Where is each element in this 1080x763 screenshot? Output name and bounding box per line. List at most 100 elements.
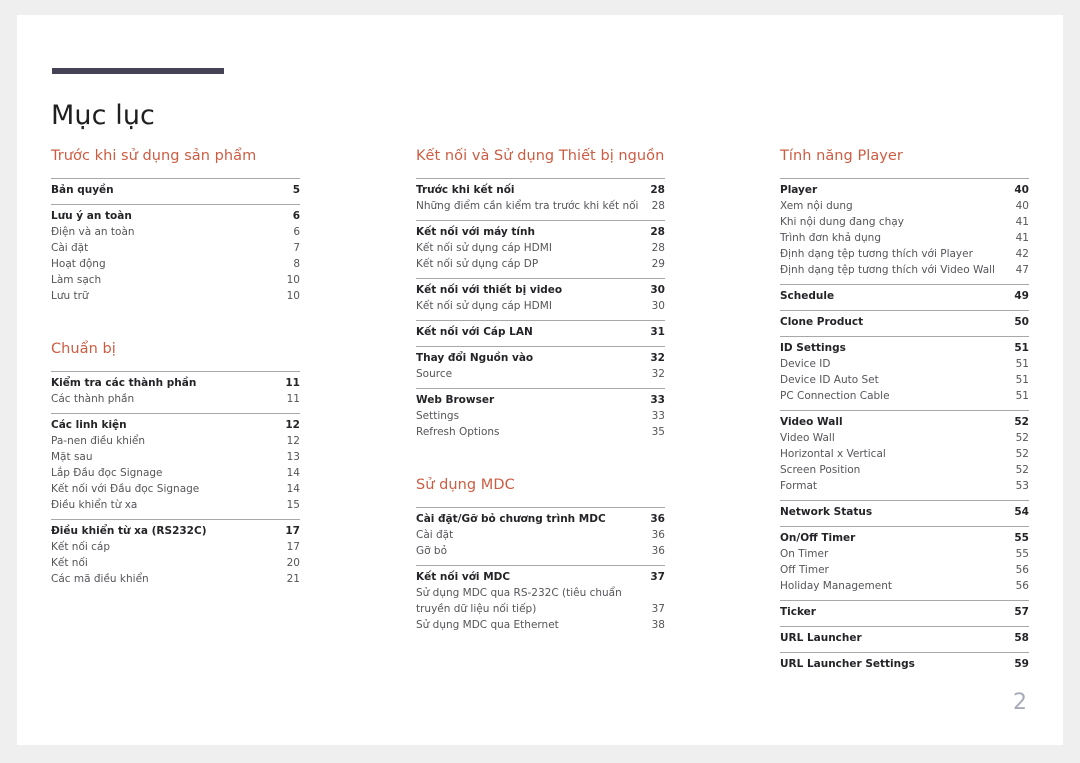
toc-entry[interactable]: URL Launcher Settings 59 — [780, 656, 1029, 672]
toc-entry-label: Bản quyền — [51, 183, 114, 196]
toc-entry[interactable]: Các mã điều khiển 21 — [51, 571, 300, 587]
toc-entry[interactable]: Các thành phần 11 — [51, 391, 300, 407]
toc-entry-label: Screen Position — [780, 463, 861, 476]
toc-entry[interactable]: Cài đặt/Gỡ bỏ chương trình MDC 36 — [416, 511, 665, 527]
toc-entry[interactable]: Web Browser 33 — [416, 392, 665, 408]
toc-entry[interactable]: ID Settings 51 — [780, 340, 1029, 356]
toc-entry-label: Điện và an toàn — [51, 225, 135, 238]
toc-entry[interactable]: Gỡ bỏ 36 — [416, 543, 665, 559]
toc-entry[interactable]: Điện và an toàn 6 — [51, 224, 300, 240]
toc-entry[interactable]: Kết nối với máy tính 28 — [416, 224, 665, 240]
toc-entry-page: 53 — [1015, 479, 1029, 492]
toc-entry-label: Sử dụng MDC qua Ethernet — [416, 618, 559, 631]
toc-entry[interactable]: Holiday Management 56 — [780, 578, 1029, 594]
toc-entry[interactable]: Khi nội dung đang chạy 41 — [780, 214, 1029, 230]
toc-entry[interactable]: Off Timer 56 — [780, 562, 1029, 578]
toc-entry[interactable]: Kết nối với MDC 37 — [416, 569, 665, 585]
toc-group: Video Wall 52 Video Wall 52 Horizontal x Ver… — [780, 409, 1029, 500]
toc-entry[interactable]: Kiểm tra các thành phần 11 — [51, 375, 300, 391]
toc-entry[interactable]: On/Off Timer 55 — [780, 530, 1029, 546]
toc-entry[interactable]: Bản quyền 5 — [51, 182, 300, 198]
toc-entry[interactable]: Sử dụng MDC qua Ethernet 38 — [416, 617, 665, 633]
toc-entry-page: 55 — [1014, 531, 1029, 544]
toc-entry-label: Ticker — [780, 605, 816, 618]
toc-entry[interactable]: Kết nối sử dụng cáp DP 29 — [416, 256, 665, 272]
toc-entry[interactable]: Clone Product 50 — [780, 314, 1029, 330]
toc-entry[interactable]: Pa-nen điều khiển 12 — [51, 433, 300, 449]
toc-group: Clone Product 50 — [780, 309, 1029, 336]
toc-entry[interactable]: Lắp Đầu đọc Signage 14 — [51, 465, 300, 481]
toc-entry[interactable]: Screen Position 52 — [780, 462, 1029, 478]
toc-entry-label: Player — [780, 183, 818, 196]
toc-entry[interactable]: Kết nối cáp 17 — [51, 539, 300, 555]
toc-entry[interactable]: Kết nối với Cáp LAN 31 — [416, 324, 665, 340]
toc-entry[interactable]: Horizontal x Vertical 52 — [780, 446, 1029, 462]
toc-entry[interactable]: Video Wall 52 — [780, 414, 1029, 430]
toc-entry-label: Schedule — [780, 289, 835, 302]
toc-group: On/Off Timer 55 On Timer 55 Off Timer 56 Holid… — [780, 525, 1029, 600]
toc-column-2: Kết nối và Sử dụng Thiết bị nguồn Trước k… — [416, 147, 665, 633]
toc-entry[interactable]: Format 53 — [780, 478, 1029, 494]
toc-entry[interactable]: Device ID 51 — [780, 356, 1029, 372]
toc-group: Ticker 57 — [780, 599, 1029, 626]
toc-entry[interactable]: Những điểm cần kiểm tra trước khi kết nố… — [416, 198, 665, 214]
toc-entry-label: Lưu trữ — [51, 289, 89, 302]
toc-entry[interactable]: Schedule 49 — [780, 288, 1029, 304]
toc-entry[interactable]: Các linh kiện 12 — [51, 417, 300, 433]
document-page: Mục lục Trước khi sử dụng sản phẩm Bản qu… — [17, 15, 1063, 745]
toc-entry-label: Kết nối cáp — [51, 540, 111, 553]
toc-entry[interactable]: Lưu ý an toàn 6 — [51, 208, 300, 224]
toc-entry[interactable]: Player 40 — [780, 182, 1029, 198]
toc-entry-label: Định dạng tệp tương thích với Video Wall — [780, 263, 995, 276]
toc-group: Lưu ý an toàn 6 Điện và an toàn 6 Cài đặt 7 Ho… — [51, 203, 300, 304]
toc-entry[interactable]: Ticker 57 — [780, 604, 1029, 620]
toc-entry-page: 33 — [651, 409, 665, 422]
toc-entry[interactable]: Lưu trữ 10 — [51, 288, 300, 304]
toc-entry[interactable]: Kết nối sử dụng cáp HDMI 30 — [416, 298, 665, 314]
toc-entry-page: 59 — [1014, 657, 1029, 670]
toc-entry-page: 36 — [651, 544, 665, 557]
toc-entry-page: 36 — [651, 528, 665, 541]
toc-entry[interactable]: Settings 33 — [416, 408, 665, 424]
toc-entry-page: 42 — [1015, 247, 1029, 260]
toc-entry[interactable]: Trình đơn khả dụng 41 — [780, 230, 1029, 246]
toc-entry[interactable]: Kết nối với thiết bị video 30 — [416, 282, 665, 298]
toc-entry-label: Thay đổi Nguồn vào — [416, 351, 534, 364]
toc-entry[interactable]: Trước khi kết nối 28 — [416, 182, 665, 198]
toc-entry[interactable]: Sử dụng MDC qua RS-232C (tiêu chuẩn truy… — [416, 585, 665, 617]
toc-entry[interactable]: Refresh Options 35 — [416, 424, 665, 440]
toc-entry-page: 55 — [1015, 547, 1029, 560]
toc-entry-page: 33 — [650, 393, 665, 406]
toc-entry[interactable]: Network Status 54 — [780, 504, 1029, 520]
toc-entry-page: 13 — [286, 450, 300, 463]
toc-entry[interactable]: Kết nối với Đầu đọc Signage 14 — [51, 481, 300, 497]
toc-entry[interactable]: Định dạng tệp tương thích với Player 42 — [780, 246, 1029, 262]
toc-entry[interactable]: Làm sạch 10 — [51, 272, 300, 288]
toc-entry[interactable]: Mặt sau 13 — [51, 449, 300, 465]
toc-entry[interactable]: Cài đặt 36 — [416, 527, 665, 543]
toc-entry[interactable]: URL Launcher 58 — [780, 630, 1029, 646]
toc-entry-page: 57 — [1014, 605, 1029, 618]
toc-entry[interactable]: Device ID Auto Set 51 — [780, 372, 1029, 388]
toc-entry[interactable]: Điều khiển từ xa (RS232C) 17 — [51, 523, 300, 539]
toc-entry[interactable]: Điều khiển từ xa 15 — [51, 497, 300, 513]
toc-entry[interactable]: Hoạt động 8 — [51, 256, 300, 272]
toc-entry[interactable]: PC Connection Cable 51 — [780, 388, 1029, 404]
toc-entry-label: Kết nối với MDC — [416, 570, 511, 583]
toc-entry[interactable]: Thay đổi Nguồn vào 32 — [416, 350, 665, 366]
toc-entry-label: Cài đặt/Gỡ bỏ chương trình MDC — [416, 512, 606, 525]
toc-entry[interactable]: On Timer 55 — [780, 546, 1029, 562]
toc-entry[interactable]: Cài đặt 7 — [51, 240, 300, 256]
toc-entry[interactable]: Kết nối 20 — [51, 555, 300, 571]
toc-entry[interactable]: Video Wall 52 — [780, 430, 1029, 446]
toc-entry-page: 56 — [1015, 579, 1029, 592]
toc-group: Schedule 49 — [780, 283, 1029, 310]
toc-entry[interactable]: Kết nối sử dụng cáp HDMI 28 — [416, 240, 665, 256]
toc-entry[interactable]: Xem nội dung 40 — [780, 198, 1029, 214]
toc-entry-label: Lưu ý an toàn — [51, 209, 132, 222]
toc-entry-label: Mặt sau — [51, 450, 93, 463]
toc-entry[interactable]: Source 32 — [416, 366, 665, 382]
toc-group: Thay đổi Nguồn vào 32 Source 32 — [416, 345, 665, 388]
toc-entry-page: 56 — [1015, 563, 1029, 576]
toc-entry[interactable]: Định dạng tệp tương thích với Video Wall… — [780, 262, 1029, 278]
